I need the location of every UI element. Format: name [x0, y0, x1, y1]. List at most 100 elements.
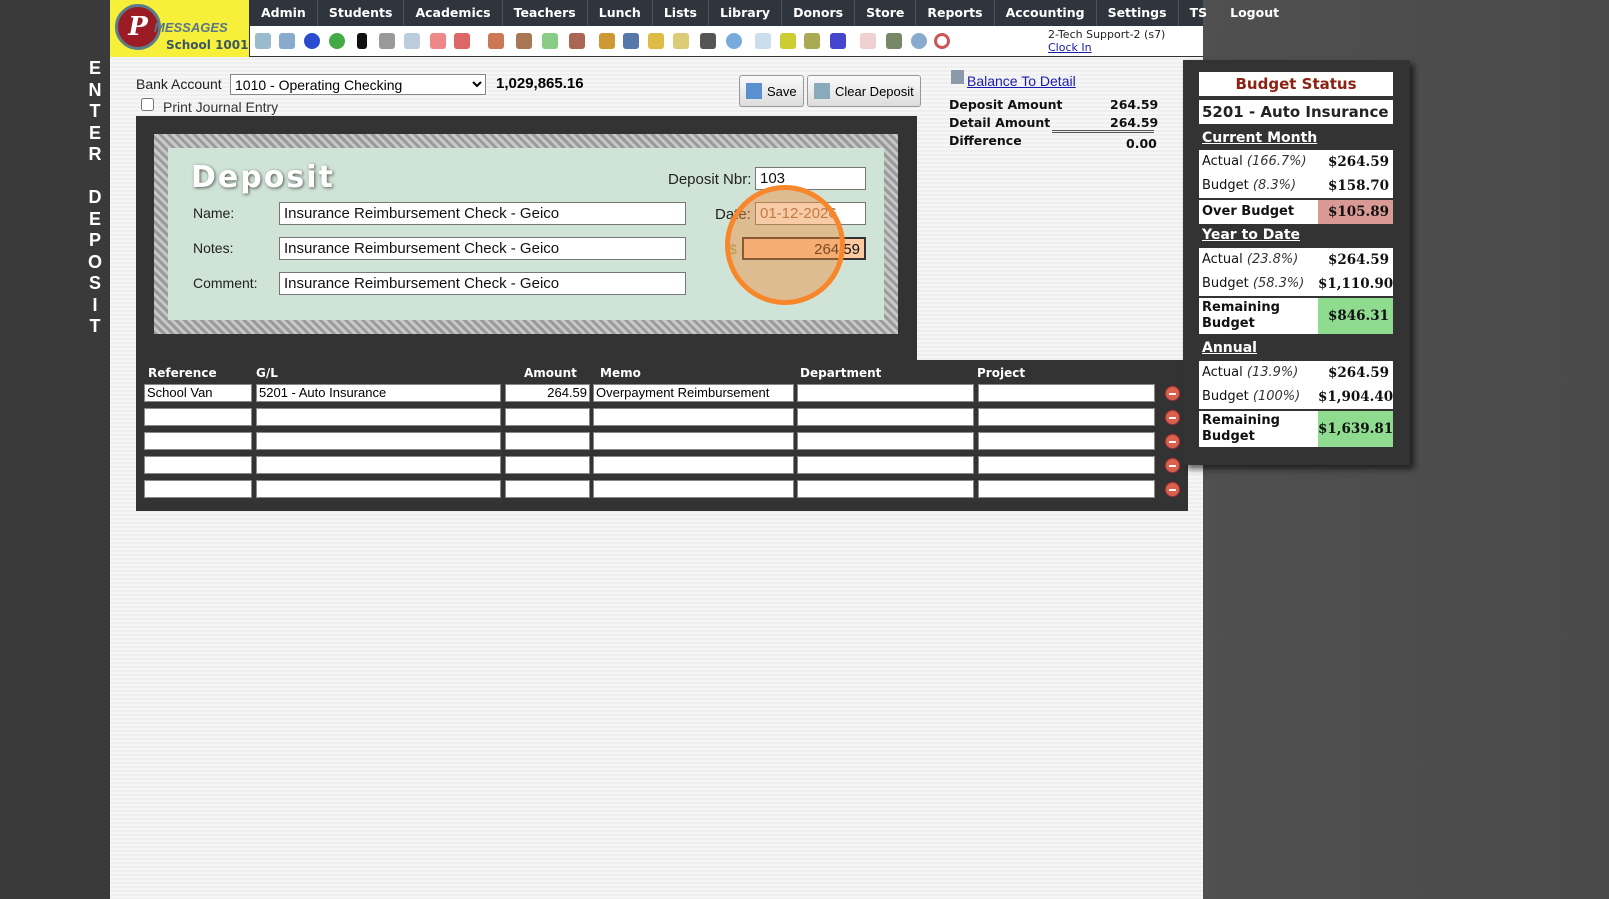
cell-gl[interactable]: 5201 - Auto Insurance: [256, 384, 501, 402]
cell-gl[interactable]: [256, 408, 501, 426]
annual-budget-row: Budget (100%) $1,904.40: [1199, 385, 1393, 409]
cell-ref[interactable]: [144, 480, 252, 498]
lunch-icon[interactable]: [599, 33, 615, 49]
cell-memo[interactable]: [593, 456, 794, 474]
cell-project[interactable]: [978, 456, 1155, 474]
email-icon[interactable]: [304, 33, 320, 49]
alert-icon[interactable]: [934, 33, 950, 49]
spreadsheet-icon[interactable]: [755, 33, 771, 49]
printer-icon[interactable]: [804, 33, 820, 49]
cell-amount[interactable]: 264.59: [505, 384, 590, 402]
main-nav: Admin Students Academics Teachers Lunch …: [250, 0, 1292, 26]
notes-input[interactable]: Insurance Reimbursement Check - Geico: [279, 237, 686, 260]
cm-actual-row: Actual (166.7%) $264.59: [1199, 150, 1393, 174]
date-input[interactable]: 01-12-2026: [755, 202, 866, 225]
cell-dept[interactable]: [797, 432, 974, 450]
cell-project[interactable]: [978, 384, 1155, 402]
nav-settings[interactable]: Settings: [1097, 0, 1179, 26]
print-journal-checkbox[interactable]: [141, 98, 154, 111]
cell-dept[interactable]: [797, 480, 974, 498]
cell-amount[interactable]: [505, 456, 590, 474]
header-reference: Reference: [148, 366, 217, 380]
cm-over-row: Over Budget $105.89: [1199, 200, 1393, 224]
schedule-icon[interactable]: [404, 33, 420, 49]
nav-teachers[interactable]: Teachers: [503, 0, 588, 26]
cell-gl[interactable]: [256, 480, 501, 498]
cell-gl[interactable]: [256, 432, 501, 450]
help-icon[interactable]: [911, 33, 927, 49]
save-button[interactable]: Save: [739, 75, 804, 107]
sum-divider: [1052, 130, 1154, 133]
cell-ref[interactable]: [144, 432, 252, 450]
cell-memo[interactable]: Overpayment Reimbursement: [593, 384, 794, 402]
book-icon[interactable]: [623, 33, 639, 49]
cell-amount[interactable]: [505, 432, 590, 450]
cell-amount[interactable]: [505, 408, 590, 426]
nav-students[interactable]: Students: [318, 0, 405, 26]
nav-lists[interactable]: Lists: [653, 0, 709, 26]
cell-project[interactable]: [978, 432, 1155, 450]
cell-project[interactable]: [978, 408, 1155, 426]
user-icon[interactable]: [516, 33, 532, 49]
detail-amount-label: Detail Amount: [949, 115, 1051, 130]
bell-icon[interactable]: [648, 33, 664, 49]
cell-gl[interactable]: [256, 456, 501, 474]
cell-amount[interactable]: [505, 480, 590, 498]
calendar-icon[interactable]: [430, 33, 446, 49]
accounts-payable-icon[interactable]: [830, 33, 846, 49]
remove-row-icon[interactable]: [1165, 410, 1180, 425]
difference-value: 0.00: [1126, 136, 1157, 151]
search-icon[interactable]: [255, 33, 271, 49]
nav-accounting[interactable]: Accounting: [995, 0, 1097, 26]
nav-admin[interactable]: Admin: [250, 0, 318, 26]
cell-memo[interactable]: [593, 480, 794, 498]
megaphone-icon[interactable]: [454, 33, 470, 49]
nav-logout[interactable]: Logout: [1219, 0, 1292, 26]
bank-account-select[interactable]: 1010 - Operating Checking: [230, 74, 486, 95]
card-icon[interactable]: [780, 33, 796, 49]
remove-row-icon[interactable]: [1165, 482, 1180, 497]
cell-dept[interactable]: [797, 408, 974, 426]
person-icon[interactable]: [700, 33, 716, 49]
group-icon[interactable]: [569, 33, 585, 49]
logo[interactable]: P MESSAGES School 1001: [110, 0, 250, 57]
name-input[interactable]: Insurance Reimbursement Check - Geico: [279, 202, 686, 225]
nav-store[interactable]: Store: [855, 0, 917, 26]
clock-icon[interactable]: [726, 33, 742, 49]
remove-row-icon[interactable]: [1165, 434, 1180, 449]
remove-row-icon[interactable]: [1165, 386, 1180, 401]
export-icon[interactable]: [673, 33, 689, 49]
balance-to-detail-link[interactable]: Balance To Detail: [967, 73, 1076, 89]
calendar-grid-icon[interactable]: [279, 33, 295, 49]
nav-academics[interactable]: Academics: [404, 0, 503, 26]
cell-dept[interactable]: [797, 456, 974, 474]
cash-register-icon[interactable]: [886, 33, 902, 49]
amount-input[interactable]: 264.59: [742, 237, 866, 260]
pdf-icon[interactable]: [860, 33, 876, 49]
cell-ref[interactable]: [144, 408, 252, 426]
cell-dept[interactable]: [797, 384, 974, 402]
add-user-icon[interactable]: [488, 33, 504, 49]
nav-reports[interactable]: Reports: [916, 0, 995, 26]
clock-in-link[interactable]: Clock In: [1048, 41, 1092, 54]
comment-input[interactable]: Insurance Reimbursement Check - Geico: [279, 272, 686, 295]
phone-icon[interactable]: [357, 33, 367, 49]
deposit-nbr-label: Deposit Nbr:: [668, 171, 752, 188]
deposit-nbr-input[interactable]: 103: [755, 167, 866, 190]
nav-donors[interactable]: Donors: [782, 0, 856, 26]
cell-memo[interactable]: [593, 408, 794, 426]
chat-icon[interactable]: [329, 33, 345, 49]
money-icon[interactable]: [542, 33, 558, 49]
nav-lunch[interactable]: Lunch: [588, 0, 653, 26]
cell-ref[interactable]: School Van: [144, 384, 252, 402]
cell-memo[interactable]: [593, 432, 794, 450]
nav-ts[interactable]: TS: [1179, 0, 1220, 26]
current-month-heading: Current Month: [1202, 130, 1318, 146]
ytd-heading: Year to Date: [1202, 227, 1301, 243]
speaker-icon[interactable]: [379, 33, 395, 49]
remove-row-icon[interactable]: [1165, 458, 1180, 473]
cell-project[interactable]: [978, 480, 1155, 498]
cell-ref[interactable]: [144, 456, 252, 474]
clear-deposit-button[interactable]: Clear Deposit: [807, 75, 921, 107]
nav-library[interactable]: Library: [709, 0, 783, 26]
